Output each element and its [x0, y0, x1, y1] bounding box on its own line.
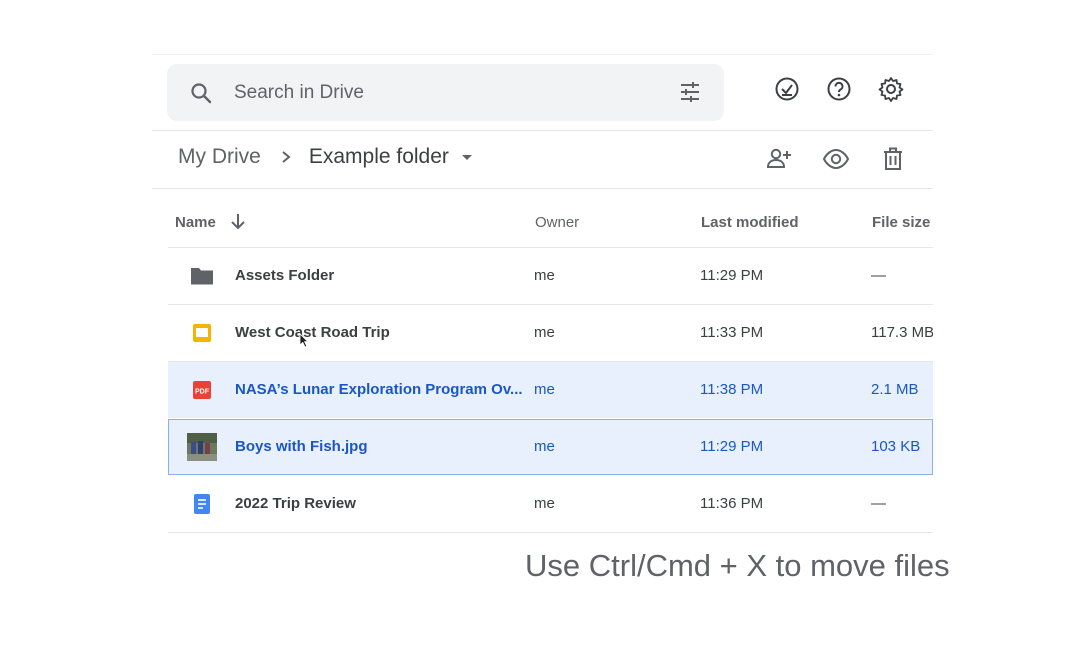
file-owner: me [534, 495, 555, 512]
mouse-cursor-icon [299, 333, 309, 348]
tune-icon[interactable] [678, 80, 702, 104]
folder-icon [190, 265, 214, 287]
file-size: 2.1 MB [871, 381, 919, 398]
column-header-name[interactable]: Name [175, 214, 216, 231]
check-circle-icon[interactable] [774, 76, 800, 102]
file-name[interactable]: Assets Folder [235, 267, 334, 284]
pdf-badge-text: PDF [195, 389, 210, 396]
file-owner: me [534, 267, 555, 284]
help-icon[interactable] [826, 76, 852, 102]
file-name[interactable]: 2022 Trip Review [235, 495, 356, 512]
table-row[interactable]: 2022 Trip Review me 11:36 PM — [168, 476, 933, 532]
file-size: — [871, 495, 886, 512]
docs-icon [190, 493, 214, 515]
eye-icon[interactable] [822, 145, 850, 173]
top-divider [152, 54, 933, 55]
divider [152, 188, 933, 189]
file-name[interactable]: Boys with Fish.jpg [235, 438, 368, 455]
breadcrumb: My Drive Example folder [178, 145, 473, 169]
table-row[interactable]: Boys with Fish.jpg me 11:29 PM 103 KB [168, 419, 933, 475]
column-header-file-size[interactable]: File size [872, 214, 930, 231]
table-row[interactable]: West Coast Road Trip me 11:33 PM 117.3 M… [168, 305, 933, 361]
file-name[interactable]: West Coast Road Trip [235, 324, 390, 341]
trash-icon[interactable] [879, 145, 907, 173]
table-row[interactable]: PDF NASA’s Lunar Exploration Program Ov.… [168, 362, 933, 418]
file-modified: 11:29 PM [700, 438, 764, 455]
gear-icon[interactable] [878, 76, 904, 102]
image-thumbnail [187, 433, 217, 461]
search-input[interactable]: Search in Drive [234, 82, 364, 104]
slides-icon [190, 322, 214, 344]
column-header-owner[interactable]: Owner [535, 214, 579, 231]
file-owner: me [534, 324, 555, 341]
file-owner: me [534, 381, 555, 398]
pdf-icon: PDF [190, 379, 214, 401]
dropdown-arrow-icon[interactable] [461, 151, 473, 163]
file-owner: me [534, 438, 555, 455]
table-row[interactable]: Assets Folder me 11:29 PM — [168, 248, 933, 304]
tip-caption: Use Ctrl/Cmd + X to move files [525, 548, 950, 583]
file-modified: 11:33 PM [700, 324, 764, 341]
chevron-right-icon [279, 150, 293, 164]
search-icon[interactable] [189, 81, 213, 105]
file-size: — [871, 267, 886, 284]
file-modified: 11:38 PM [700, 381, 764, 398]
breadcrumb-my-drive[interactable]: My Drive [178, 145, 261, 169]
add-person-icon[interactable] [765, 145, 793, 173]
column-header-last-modified[interactable]: Last modified [701, 214, 799, 231]
row-divider [168, 532, 933, 533]
file-modified: 11:29 PM [700, 267, 764, 284]
breadcrumb-current-folder[interactable]: Example folder [309, 145, 449, 169]
arrow-down-icon[interactable] [230, 213, 246, 231]
file-modified: 11:36 PM [700, 495, 764, 512]
file-name[interactable]: NASA’s Lunar Exploration Program Ov... [235, 381, 523, 398]
file-size: 103 KB [871, 438, 921, 455]
table-header: Name Owner Last modified File size [168, 190, 933, 247]
divider [152, 130, 933, 131]
search-bar[interactable]: Search in Drive [167, 64, 724, 121]
file-size: 117.3 MB [871, 324, 933, 341]
